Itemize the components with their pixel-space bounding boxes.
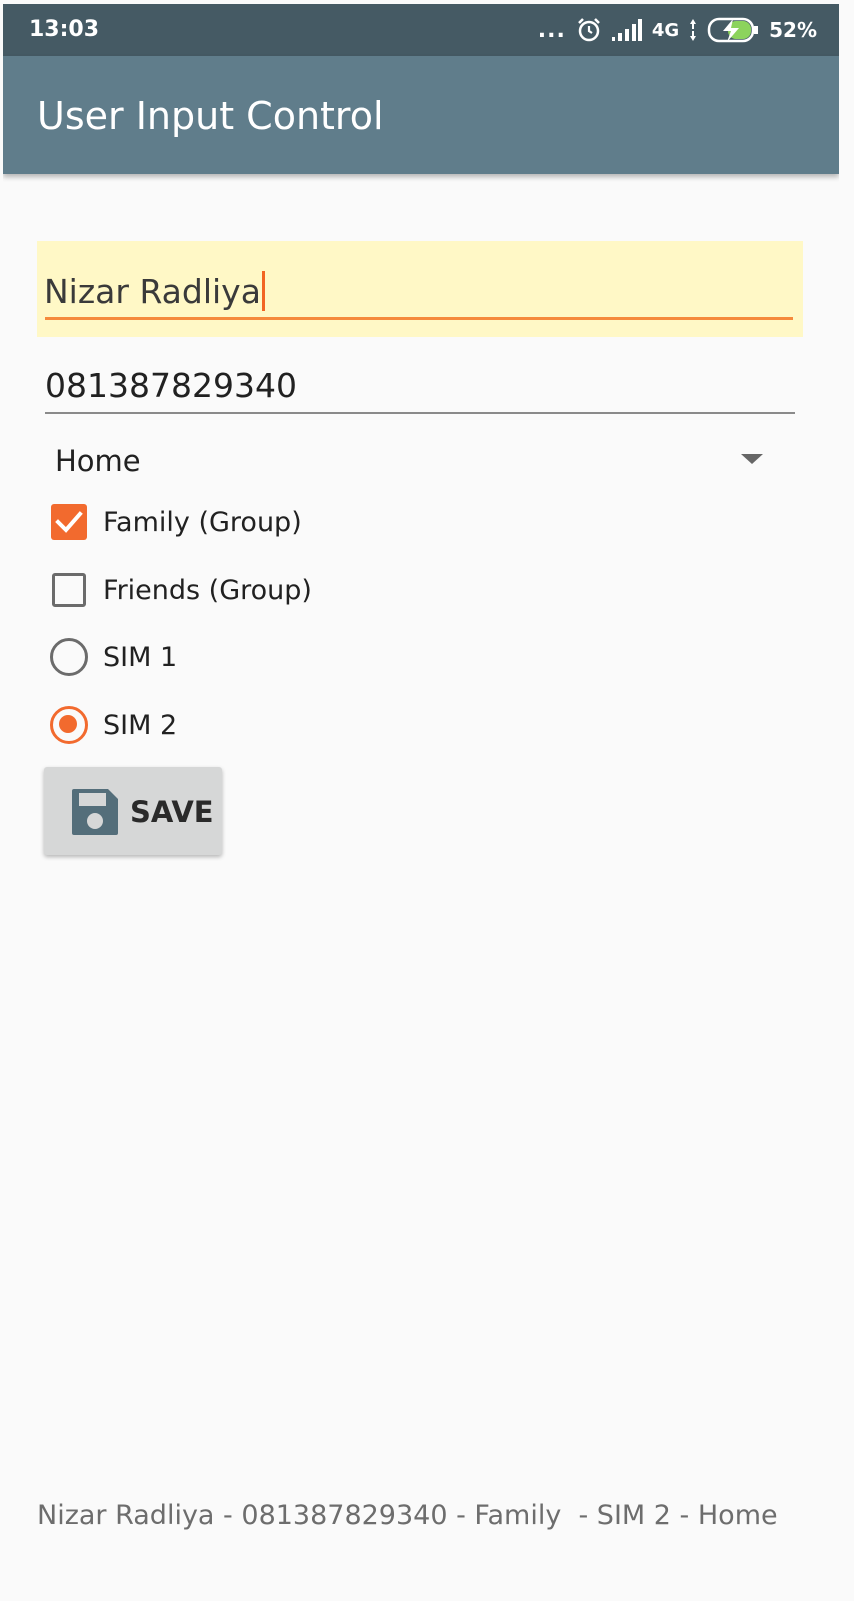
screen: 13:03 ... 4G 52% User Input Control Niza… [3, 4, 839, 1599]
phone-input-value: 081387829340 [45, 366, 297, 405]
checkbox-family[interactable]: Family (Group) [49, 497, 449, 547]
name-input-value: Nizar Radliya [44, 272, 261, 311]
dropdown-arrow-icon [741, 454, 763, 464]
spinner-selected-value: Home [55, 444, 141, 478]
network-type: 4G [651, 19, 680, 41]
signal-icon [611, 19, 642, 41]
checkbox-checked-icon [49, 502, 89, 542]
floppy-disk-icon [70, 787, 120, 837]
radio-sim-1-label: SIM 1 [103, 641, 178, 673]
save-button[interactable]: SAVE [44, 767, 222, 855]
checkbox-friends[interactable]: Friends (Group) [49, 565, 449, 615]
status-bar: 13:03 ... 4G 52% [3, 4, 839, 56]
name-input-underline [45, 317, 793, 320]
radio-selected-icon [49, 705, 89, 745]
status-time: 13:03 [29, 17, 100, 42]
checkbox-family-label: Family (Group) [103, 506, 302, 538]
app-bar: User Input Control [3, 56, 839, 174]
summary-text: Nizar Radliya - 081387829340 - Family - … [37, 1500, 778, 1531]
phone-input-underline [45, 412, 795, 414]
save-button-label: SAVE [130, 795, 214, 829]
text-cursor [261, 271, 265, 311]
app-title: User Input Control [37, 94, 384, 138]
alarm-icon [576, 17, 602, 43]
radio-unselected-icon [49, 637, 89, 677]
radio-sim-2-label: SIM 2 [103, 709, 178, 741]
checkbox-unchecked-icon [49, 570, 89, 610]
data-arrows-icon [689, 19, 697, 41]
battery-percent: 52% [769, 18, 817, 42]
status-icons: ... 4G 52% [538, 14, 817, 46]
category-spinner[interactable]: Home [45, 434, 775, 486]
more-dots-icon: ... [537, 17, 566, 43]
phone-input[interactable]: 081387829340 [45, 354, 795, 418]
battery-charging-icon [707, 16, 759, 44]
radio-sim-2[interactable]: SIM 2 [49, 700, 449, 750]
checkbox-friends-label: Friends (Group) [103, 574, 312, 606]
radio-sim-1[interactable]: SIM 1 [49, 632, 449, 682]
name-input[interactable]: Nizar Radliya [37, 241, 803, 337]
